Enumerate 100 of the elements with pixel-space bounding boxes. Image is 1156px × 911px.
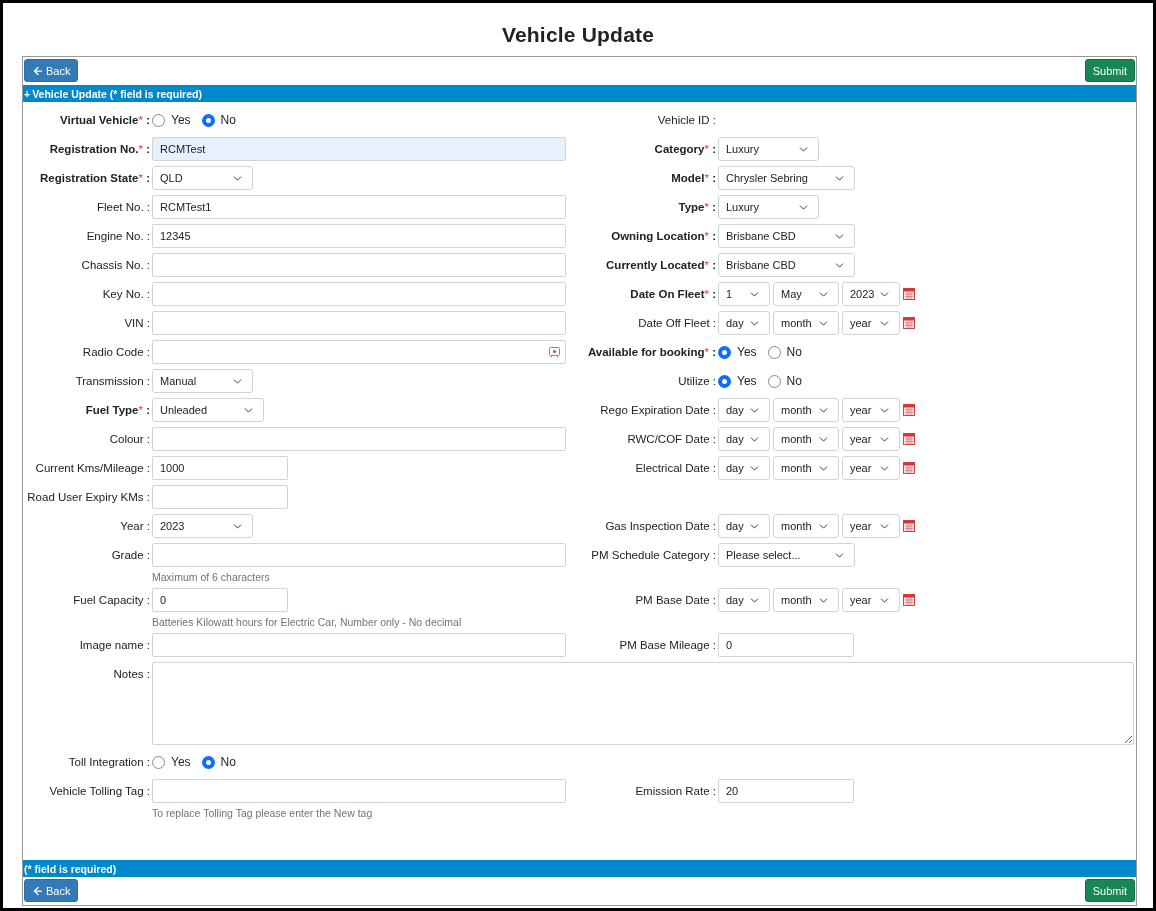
- field-label: Registration No.* :: [48, 142, 150, 157]
- dropdown[interactable]: Unleaded: [152, 398, 264, 422]
- radio-button[interactable]: [767, 374, 781, 388]
- field-label: Radio Code :: [81, 345, 150, 360]
- radio-label: Yes: [737, 374, 757, 388]
- dropdown[interactable]: month: [773, 588, 839, 612]
- field-label: Key No. :: [101, 287, 150, 302]
- dropdown[interactable]: year: [842, 588, 900, 612]
- dropdown[interactable]: 2023: [152, 514, 253, 538]
- field-label: PM Base Date :: [634, 593, 716, 608]
- radio-button[interactable]: [718, 374, 731, 388]
- field-label: Emission Rate :: [634, 784, 716, 799]
- dropdown[interactable]: month: [773, 456, 839, 480]
- text-field[interactable]: 12345: [152, 224, 566, 248]
- dropdown[interactable]: Luxury: [718, 137, 819, 161]
- radio-label: Yes: [171, 755, 191, 769]
- text-field[interactable]: [152, 427, 566, 451]
- field-label: Virtual Vehicle* :: [59, 113, 150, 128]
- radio-label: No: [220, 755, 236, 769]
- radio-button[interactable]: [201, 755, 215, 769]
- dropdown[interactable]: QLD: [152, 166, 253, 190]
- text-field[interactable]: 0: [152, 588, 288, 612]
- contact-card-icon[interactable]: [549, 347, 560, 358]
- field-label: PM Schedule Category :: [590, 548, 716, 563]
- field-label: Transmission :: [74, 374, 150, 389]
- dropdown[interactable]: month: [773, 311, 839, 335]
- radio-button[interactable]: [152, 755, 165, 769]
- section-header[interactable]: + Vehicle Update (* field is required): [23, 85, 1136, 102]
- radio-label: Yes: [737, 345, 757, 359]
- field-label: Vehicle Tolling Tag :: [48, 784, 150, 799]
- radio-button[interactable]: [152, 113, 165, 127]
- field-label: Rego Expiration Date :: [599, 403, 716, 418]
- submit-button[interactable]: Submit: [1084, 59, 1135, 82]
- text-field[interactable]: [152, 485, 288, 509]
- dropdown[interactable]: Please select...: [718, 543, 855, 567]
- dropdown[interactable]: year: [842, 398, 900, 422]
- radio-button[interactable]: [718, 345, 731, 359]
- field-label: Year :: [119, 519, 150, 534]
- text-field[interactable]: [152, 543, 566, 567]
- dropdown[interactable]: year: [842, 514, 900, 538]
- dropdown[interactable]: day: [718, 588, 770, 612]
- dropdown[interactable]: day: [718, 456, 770, 480]
- text-field[interactable]: [152, 340, 566, 364]
- radio-button[interactable]: [767, 345, 781, 359]
- notes-field[interactable]: [152, 662, 1134, 745]
- text-field[interactable]: RCMTest1: [152, 195, 566, 219]
- text-field[interactable]: [152, 282, 566, 306]
- field-label: Toll Integration :: [67, 755, 150, 770]
- text-field[interactable]: [152, 311, 566, 335]
- dropdown[interactable]: 1: [718, 282, 770, 306]
- text-field[interactable]: RCMTest: [152, 137, 566, 161]
- text-field[interactable]: 20: [718, 779, 854, 803]
- dropdown[interactable]: year: [842, 456, 900, 480]
- field-label: Current Kms/Mileage :: [34, 461, 150, 476]
- field-label: Date Off Fleet :: [637, 316, 716, 331]
- dropdown[interactable]: May: [773, 282, 839, 306]
- radio-label: No: [786, 345, 802, 359]
- dropdown[interactable]: Brisbane CBD: [718, 253, 855, 277]
- dropdown[interactable]: Chrysler Sebring: [718, 166, 855, 190]
- calendar-icon[interactable]: [903, 594, 915, 606]
- field-label: Notes :: [112, 667, 150, 682]
- dropdown[interactable]: Brisbane CBD: [718, 224, 855, 248]
- field-label: Colour :: [108, 432, 150, 447]
- calendar-icon[interactable]: [903, 433, 915, 445]
- calendar-icon[interactable]: [903, 317, 915, 329]
- field-label: Vehicle ID :: [656, 113, 716, 128]
- field-label: Available for booking* :: [586, 345, 716, 360]
- submit-button[interactable]: Submit: [1084, 879, 1135, 902]
- dropdown[interactable]: Luxury: [718, 195, 819, 219]
- field-label: VIN :: [123, 316, 150, 331]
- calendar-icon[interactable]: [903, 288, 915, 300]
- dropdown[interactable]: day: [718, 427, 770, 451]
- radio-label: Yes: [171, 113, 191, 127]
- dropdown[interactable]: month: [773, 398, 839, 422]
- dropdown[interactable]: month: [773, 427, 839, 451]
- text-field[interactable]: [152, 633, 566, 657]
- text-field[interactable]: [152, 779, 566, 803]
- radio-button[interactable]: [201, 113, 215, 127]
- field-label: Engine No. :: [85, 229, 150, 244]
- dropdown[interactable]: day: [718, 398, 770, 422]
- field-label: Date On Fleet* :: [629, 287, 716, 302]
- text-field[interactable]: [152, 253, 566, 277]
- dropdown[interactable]: 2023: [842, 282, 900, 306]
- calendar-icon[interactable]: [903, 520, 915, 532]
- text-field[interactable]: 0: [718, 633, 854, 657]
- field-label: Chassis No. :: [80, 258, 150, 273]
- calendar-icon[interactable]: [903, 462, 915, 474]
- back-button[interactable]: Back: [24, 59, 79, 82]
- dropdown[interactable]: day: [718, 514, 770, 538]
- back-button[interactable]: Back: [24, 879, 79, 902]
- dropdown[interactable]: year: [842, 311, 900, 335]
- field-label: Category* :: [653, 142, 716, 157]
- dropdown[interactable]: day: [718, 311, 770, 335]
- dropdown[interactable]: year: [842, 427, 900, 451]
- calendar-icon[interactable]: [903, 404, 915, 416]
- dropdown[interactable]: Manual: [152, 369, 253, 393]
- field-label: Type* :: [677, 200, 716, 215]
- dropdown[interactable]: month: [773, 514, 839, 538]
- text-field[interactable]: 1000: [152, 456, 288, 480]
- radio-label: No: [220, 113, 236, 127]
